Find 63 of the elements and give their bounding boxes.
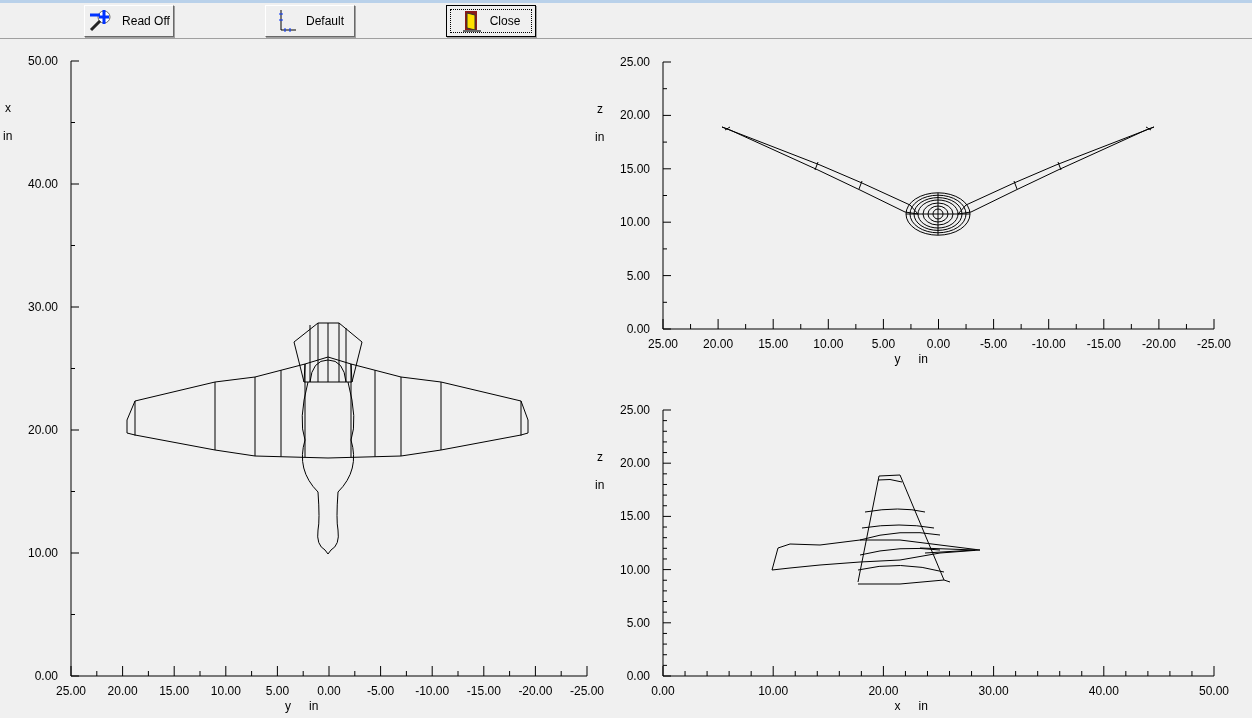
y-tick-label: 50.00 [27,54,58,68]
x-tick-label: 20.00 [868,684,899,698]
x-tick-label: 25.00 [56,684,86,698]
y-axis-label: x [5,101,11,115]
y-tick-label: 10.00 [27,546,58,560]
x-tick-label: 10.00 [210,684,241,698]
x-tick-label: 10.00 [758,684,789,698]
y-axis-unit: in [595,130,605,144]
toolbar-button[interactable]: Close [446,4,536,37]
toolbar-button[interactable]: Read Off [84,4,174,37]
axes-icon [276,7,298,34]
y-tick-label: 0.00 [626,322,650,336]
x-axis-unit: in [918,352,928,366]
x-tick-label: 10.00 [813,337,844,351]
y-tick-label: 15.00 [619,161,650,176]
door-icon [461,8,482,33]
y-axis-label: z [597,102,603,116]
x-tick-label: 15.00 [159,684,190,698]
toolbar-button[interactable]: Default [265,4,355,37]
y-tick-label: 15.00 [619,509,650,524]
y-tick-label: 30.00 [27,300,58,314]
x-tick-label: 25.00 [648,337,678,351]
x-tick-label: -20.00 [1141,337,1176,351]
y-tick-label: 20.00 [27,423,58,437]
x-tick-label: -5.00 [366,684,395,698]
y-axis-unit: in [3,129,13,143]
x-tick-label: 5.00 [265,684,290,698]
x-tick-label: 0.00 [926,337,951,351]
x-tick-label: 40.00 [1088,684,1119,698]
y-tick-label: 40.00 [27,177,58,191]
x-axis-label: x [894,699,901,713]
y-tick-label: 20.00 [619,108,650,123]
x-tick-label: 5.00 [871,337,896,351]
x-tick-label: -10.00 [415,684,450,698]
y-axis-label: z [597,450,603,464]
x-axis-unit: in [309,699,319,713]
x-tick-label: -25.00 [570,684,604,698]
x-tick-label: -20.00 [518,684,553,698]
y-tick-label: 10.00 [619,215,650,230]
x-tick-label: -15.00 [1086,337,1121,351]
y-tick-label: 0.00 [626,669,650,683]
x-axis-label: y [285,699,291,713]
x-tick-label: 15.00 [758,337,789,351]
x-axis-unit: in [918,699,928,713]
x-tick-label: 0.00 [317,684,341,698]
x-tick-label: 50.00 [1199,684,1229,698]
x-tick-label: -10.00 [1031,337,1066,351]
x-tick-label: 30.00 [978,684,1009,698]
y-tick-label: 25.00 [619,55,650,69]
y-tick-label: 25.00 [619,403,650,417]
y-axis-unit: in [595,478,605,492]
y-tick-label: 10.00 [619,562,650,577]
x-axis-label: y [894,352,901,366]
x-tick-label: 20.00 [107,684,138,698]
x-tick-label: -15.00 [466,684,501,698]
y-tick-label: 0.00 [34,669,58,683]
y-tick-label: 20.00 [619,456,650,471]
x-tick-label: 0.00 [651,684,675,698]
y-tick-label: 5.00 [626,268,650,283]
x-tick-label: 20.00 [703,337,734,351]
x-tick-label: -25.00 [1197,337,1231,351]
y-tick-label: 5.00 [626,615,650,630]
x-tick-label: -5.00 [979,337,1008,351]
